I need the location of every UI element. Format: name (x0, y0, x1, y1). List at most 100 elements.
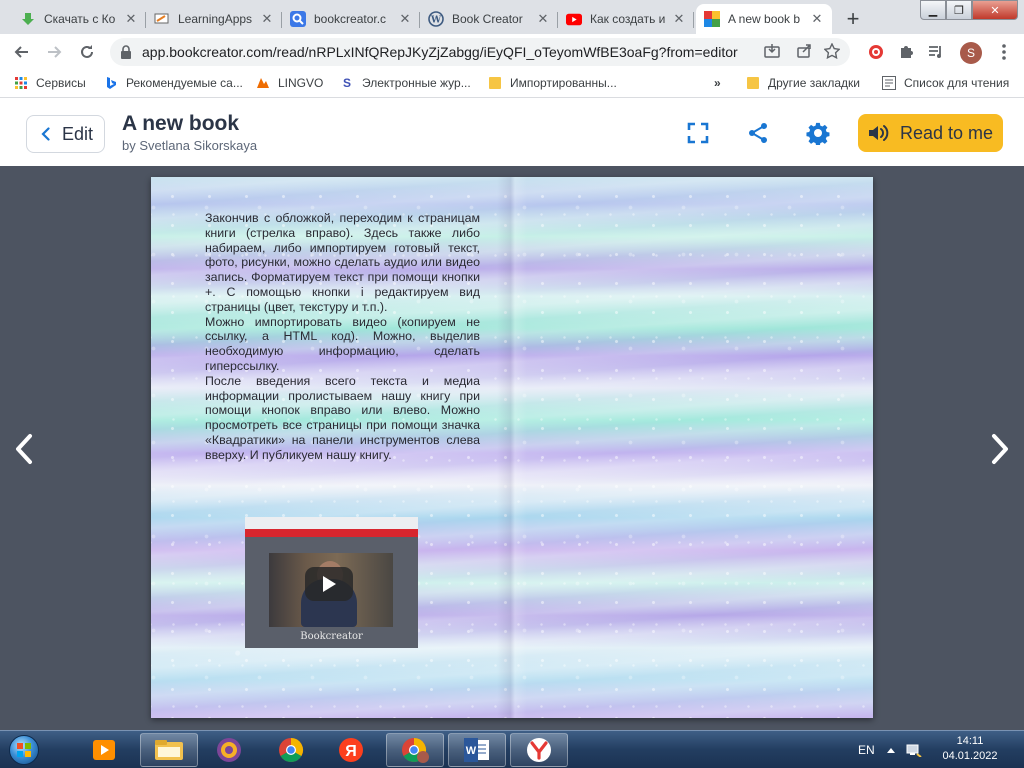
taskbar-tor-browser[interactable] (200, 733, 258, 767)
share-icon[interactable] (796, 43, 812, 63)
edit-button[interactable]: Edit (26, 115, 105, 153)
app-header: Edit A new book by Svetlana Sikorskaya R… (0, 98, 1024, 166)
settings-gear-icon[interactable] (805, 120, 831, 146)
taskbar-chrome[interactable] (262, 733, 320, 767)
bookmark-other[interactable]: Другие закладки (746, 76, 860, 90)
close-icon[interactable]: ✕ (260, 11, 274, 27)
clock-date: 04.01.2022 (942, 750, 998, 762)
extensions-puzzle-icon[interactable] (896, 42, 916, 62)
taskbar-yandex-browser[interactable] (510, 733, 568, 767)
bookcreator-icon (704, 11, 720, 27)
tab-youtube[interactable]: Как создать и ✕ (558, 4, 694, 34)
video-browser-bar (245, 517, 418, 529)
chevron-left-icon (41, 127, 50, 141)
reload-button[interactable] (74, 40, 100, 64)
bookmark-lingvo[interactable]: LINGVO (256, 76, 323, 90)
browser-toolbar: app.bookcreator.com/read/nRPLxINfQRepJKy… (0, 34, 1024, 70)
new-tab-button[interactable]: + (840, 6, 866, 32)
taskbar: Я W EN 14:11 04.01.2022 (0, 730, 1024, 768)
book-spine (497, 177, 527, 718)
tab-learningapps[interactable]: LearningApps ✕ (146, 4, 282, 34)
previous-page-button[interactable] (9, 429, 39, 469)
book-spread: Закончив с обложкой, переходим к страниц… (151, 177, 873, 718)
tor-browser-icon (217, 738, 241, 762)
chrome-icon (279, 738, 304, 763)
tray-overflow-icon[interactable] (886, 731, 896, 768)
video-header-bar (245, 529, 418, 537)
word-icon: W (464, 738, 489, 762)
bookmarks-overflow-button[interactable]: » (714, 76, 721, 90)
media-control-icon[interactable] (926, 42, 946, 62)
lingvo-icon (256, 76, 270, 90)
taskbar-file-explorer[interactable] (140, 733, 198, 767)
read-to-me-button[interactable]: Read to me (858, 114, 1003, 152)
minimize-button[interactable]: ▁ (920, 0, 946, 20)
close-icon[interactable]: ✕ (672, 11, 686, 27)
media-player-icon (93, 740, 115, 760)
tab-bookcreator-search[interactable]: bookcreator.c ✕ (282, 4, 420, 34)
bookmark-star-icon[interactable] (823, 42, 841, 63)
back-button[interactable] (8, 40, 34, 64)
reading-list-icon (882, 76, 896, 90)
tab-download[interactable]: Скачать с Ко ✕ (12, 4, 146, 34)
svg-text:Я: Я (345, 743, 357, 760)
bookmark-imported[interactable]: Импортированны... (488, 76, 617, 90)
apps-grid-icon (14, 76, 28, 90)
fullscreen-icon[interactable] (685, 120, 711, 146)
lock-icon[interactable] (120, 45, 132, 64)
yandex-icon: Я (339, 738, 363, 762)
profile-avatar[interactable]: S (960, 42, 982, 64)
embedded-video[interactable]: Bookcreator (245, 517, 418, 648)
arrow-right-icon (48, 46, 62, 58)
forward-button[interactable] (42, 40, 68, 64)
page-paragraph: Закончив с обложкой, переходим к страниц… (205, 211, 480, 314)
speaker-icon (868, 124, 890, 142)
close-icon[interactable]: ✕ (536, 11, 550, 27)
taskbar-media-player[interactable] (76, 733, 134, 767)
address-bar[interactable]: app.bookcreator.com/read/nRPLxINfQRepJKy… (110, 38, 850, 66)
windows-logo-icon (9, 735, 39, 765)
start-button[interactable] (4, 733, 44, 767)
bookmark-services[interactable]: Сервисы (14, 76, 86, 90)
edu-icon: S (342, 76, 351, 90)
kebab-menu-icon[interactable] (994, 42, 1014, 62)
tab-book-creator-wp[interactable]: W Book Creator ✕ (420, 4, 558, 34)
reload-icon (81, 45, 93, 58)
book-author: by Svetlana Sikorskaya (122, 138, 258, 153)
youtube-icon (566, 11, 582, 27)
close-icon[interactable]: ✕ (810, 11, 824, 27)
learningapps-icon (154, 11, 170, 27)
play-icon (323, 576, 336, 592)
language-indicator[interactable]: EN (858, 731, 875, 768)
wordpress-icon: W (428, 11, 444, 27)
network-icon[interactable] (906, 731, 922, 768)
page-text-block[interactable]: Закончив с обложкой, переходим к страниц… (205, 211, 480, 463)
taskbar-chrome-profile[interactable] (386, 733, 444, 767)
book-title: A new book (122, 112, 240, 135)
tab-a-new-book[interactable]: A new book b ✕ (696, 4, 832, 34)
taskbar-yandex[interactable]: Я (322, 733, 380, 767)
close-icon[interactable]: ✕ (124, 11, 138, 27)
svg-text:W: W (466, 745, 477, 757)
chevron-right-icon (992, 434, 1008, 464)
share-icon[interactable] (745, 120, 771, 146)
close-icon[interactable]: ✕ (398, 11, 412, 27)
maximize-button[interactable]: ❐ (946, 0, 972, 20)
next-page-button[interactable] (985, 429, 1015, 469)
chevron-left-icon (16, 434, 32, 464)
close-window-button[interactable]: ✕ (972, 0, 1018, 20)
clock-time: 14:11 (956, 735, 984, 747)
folder-icon (488, 76, 502, 90)
system-clock[interactable]: 14:11 04.01.2022 (930, 734, 1010, 764)
taskbar-word[interactable]: W (448, 733, 506, 767)
reading-list-button[interactable]: Список для чтения (882, 76, 1009, 90)
chrome-profile-icon (402, 738, 429, 763)
svg-text:W: W (430, 16, 442, 26)
bookmark-e-journals[interactable]: S Электронные жур... (340, 76, 471, 90)
play-button[interactable] (305, 567, 353, 601)
target-extension-icon[interactable] (866, 42, 886, 62)
search-icon (290, 11, 306, 27)
url-text: app.bookcreator.com/read/nRPLxINfQRepJKy… (142, 44, 738, 60)
install-icon[interactable] (764, 43, 780, 63)
bookmark-recommended[interactable]: Рекомендуемые са... (104, 76, 243, 90)
